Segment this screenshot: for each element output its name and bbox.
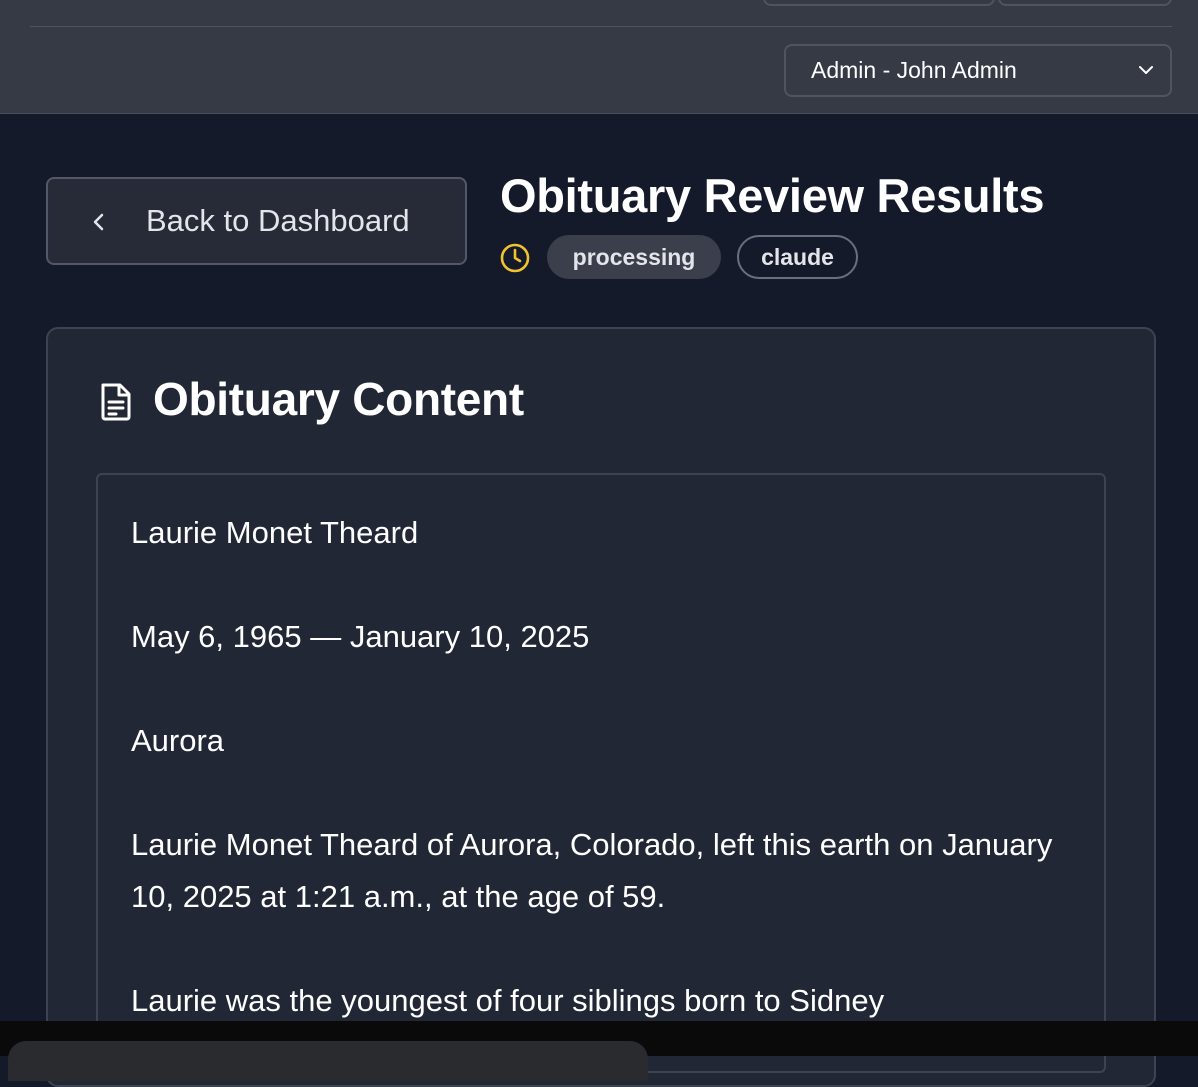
back-to-dashboard-button[interactable]: Back to Dashboard — [46, 177, 467, 265]
obituary-paragraph: Aurora — [131, 723, 225, 758]
chevron-down-icon — [1139, 66, 1153, 74]
obituary-paragraph: Laurie was the youngest of four siblings… — [131, 983, 885, 1018]
card-title: Obituary Content — [153, 373, 524, 425]
top-header-bar: Admin - John Admin — [0, 0, 1198, 114]
document-icon — [101, 383, 131, 421]
window-bottom-edge — [0, 1021, 1198, 1081]
obituary-paragraph: May 6, 1965 — January 10, 2025 — [131, 619, 590, 654]
obituary-paragraph: Laurie Monet Theard of Aurora, Colorado,… — [131, 827, 1053, 914]
header-divider — [30, 26, 1172, 27]
status-badge: processing — [547, 235, 721, 279]
user-role-select-value: Admin - John Admin — [811, 57, 1017, 83]
back-button-label: Back to Dashboard — [146, 203, 410, 238]
clock-icon — [500, 243, 530, 273]
page-title: Obituary Review Results — [500, 169, 1045, 222]
model-badge: claude — [737, 235, 858, 279]
obituary-paragraph: Laurie Monet Theard — [131, 515, 419, 550]
header-button[interactable] — [763, 0, 995, 6]
header-button[interactable] — [998, 0, 1172, 6]
chevron-left-icon — [93, 213, 104, 231]
user-role-select[interactable]: Admin - John Admin — [784, 44, 1172, 97]
taskbar-tab — [8, 1041, 648, 1081]
